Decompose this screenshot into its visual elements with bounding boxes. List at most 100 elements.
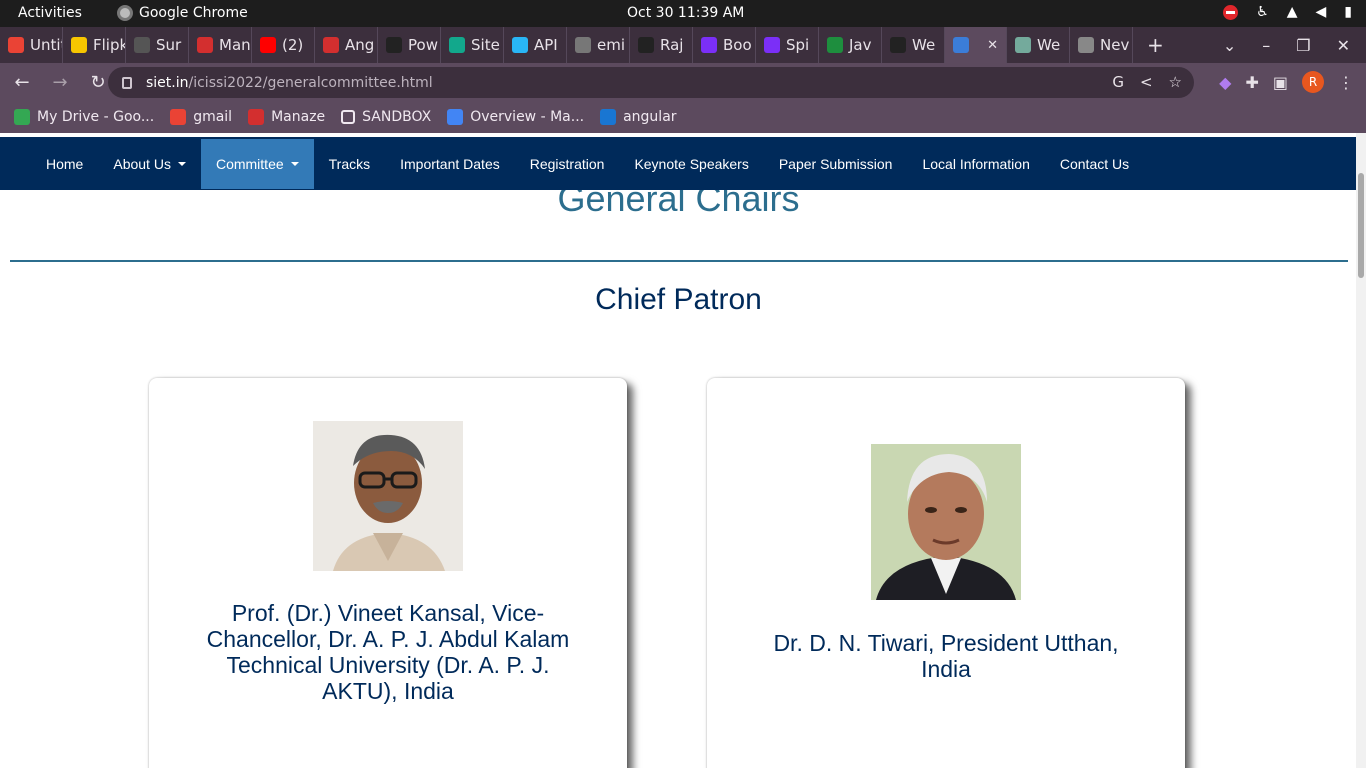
patron-card: Prof. (Dr.) Vineet Kansal, Vice-Chancell…	[149, 378, 627, 768]
minimize-icon[interactable]: –	[1262, 36, 1270, 55]
browser-tab[interactable]: Flipkart	[63, 27, 126, 63]
nav-item-label: Keynote Speakers	[634, 155, 749, 172]
browser-tab[interactable]: API	[504, 27, 567, 63]
caret-down-icon	[290, 161, 299, 166]
bookmark-label: My Drive - Goo...	[37, 109, 155, 125]
extension-icon[interactable]: ◆	[1219, 73, 1231, 92]
accessibility-icon: ♿	[1256, 4, 1269, 20]
drive-icon	[14, 109, 30, 125]
nav-item-committee[interactable]: Committee	[200, 138, 314, 189]
volume-icon: ◀	[1315, 4, 1327, 20]
nav-item-contact-us[interactable]: Contact Us	[1045, 139, 1144, 189]
browser-tab[interactable]: Manaze	[189, 27, 252, 63]
nav-item-tracks[interactable]: Tracks	[314, 139, 385, 189]
bookmark-item[interactable]: angular	[600, 109, 677, 125]
umbrella-icon	[197, 37, 213, 53]
nav-item-local-information[interactable]: Local Information	[907, 139, 1044, 189]
tab-search-icon[interactable]: ⌄	[1223, 36, 1236, 55]
chief-patron-heading: Chief Patron	[595, 283, 762, 316]
tab-label: Sur	[156, 36, 182, 54]
angular-icon	[638, 37, 654, 53]
bookmark-item[interactable]: My Drive - Goo...	[14, 109, 154, 125]
bookmark-star-icon[interactable]: ☆	[1169, 73, 1182, 91]
nav-item-about-us[interactable]: About Us	[98, 139, 201, 189]
tab-label: emi	[597, 36, 626, 54]
patron-name: Dr. D. N. Tiwari, President Utthan, Indi…	[773, 630, 1119, 682]
app-name-label: Google Chrome	[139, 5, 248, 21]
maximize-icon[interactable]: ❐	[1296, 36, 1310, 55]
bookmark-label: Overview - Ma...	[470, 109, 585, 125]
site-navbar: Home About Us Committee Tracks Important Dat…	[0, 137, 1357, 190]
tab-label: Site	[471, 36, 500, 54]
profile-avatar[interactable]: R	[1302, 71, 1324, 93]
browser-tab[interactable]: Spi	[756, 27, 819, 63]
scrollbar-thumb[interactable]	[1358, 173, 1364, 278]
tab-label: Flipkart	[93, 36, 125, 54]
google-lens-icon[interactable]: G	[1112, 73, 1124, 91]
w-icon	[827, 37, 843, 53]
bookmark-item[interactable]: Manaze	[248, 109, 325, 125]
forward-button[interactable]: →	[44, 72, 76, 93]
chrome-icon	[1078, 37, 1094, 53]
caret-down-icon	[177, 161, 186, 166]
new-tab-button[interactable]: +	[1133, 33, 1178, 57]
bookmark-item[interactable]: Overview - Ma...	[447, 109, 584, 125]
browser-tab[interactable]: Pow	[378, 27, 441, 63]
browser-tab[interactable]: ✕	[945, 27, 1007, 63]
close-tab-icon[interactable]: ✕	[987, 38, 998, 53]
nav-item-home[interactable]: Home	[31, 139, 98, 189]
window-controls: ⌄ – ❐ ✕	[1223, 36, 1366, 55]
patron-photo	[871, 444, 1021, 600]
bookmark-item[interactable]: SANDBOX	[341, 109, 431, 125]
browser-tab[interactable]: Boo	[693, 27, 756, 63]
app-menu[interactable]: Google Chrome	[117, 5, 248, 21]
browser-tab[interactable]: Site	[441, 27, 504, 63]
github-icon	[890, 37, 906, 53]
nav-item-label: Tracks	[328, 155, 371, 172]
share-icon[interactable]: <	[1140, 73, 1153, 91]
url-path: /icissi2022/generalcommittee.html	[188, 74, 433, 91]
patron-card: Dr. D. N. Tiwari, President Utthan, Indi…	[707, 378, 1185, 768]
lock-icon[interactable]	[122, 76, 132, 89]
browser-tab[interactable]: We	[882, 27, 945, 63]
gmail-icon	[8, 37, 24, 53]
nav-item-label: Paper Submission	[778, 155, 893, 172]
close-window-icon[interactable]: ✕	[1337, 36, 1350, 55]
angular-shield-icon	[600, 109, 617, 125]
browser-tab[interactable]: Untitled	[0, 27, 63, 63]
nav-item-label: Local Information	[922, 155, 1030, 172]
clock[interactable]: Oct 30 11:39 AM	[627, 5, 744, 21]
browser-tab[interactable]: Nev	[1070, 27, 1133, 63]
address-bar[interactable]: siet.in/icissi2022/generalcommittee.html…	[108, 67, 1194, 98]
browser-tab[interactable]: Raj	[630, 27, 693, 63]
page-scrollbar[interactable]	[1356, 133, 1366, 768]
puzzle-icon[interactable]: ✚	[1245, 73, 1258, 92]
tab-label: Untitled	[30, 36, 62, 54]
browser-tab[interactable]: Ang	[315, 27, 378, 63]
nav-item-important-dates[interactable]: Important Dates	[385, 139, 515, 189]
flipkart-icon	[71, 37, 87, 53]
system-tray[interactable]: ♿ ▲ ◀ ▮	[1223, 4, 1352, 20]
overview-icon	[447, 109, 464, 125]
bookmark-item[interactable]: gmail	[170, 109, 232, 125]
activities-button[interactable]: Activities	[18, 5, 82, 21]
browser-tab[interactable]: emi	[567, 27, 630, 63]
back-button[interactable]: ←	[6, 72, 38, 93]
nav-item-registration[interactable]: Registration	[515, 139, 620, 189]
snowflake-icon	[512, 37, 528, 53]
browser-tab[interactable]: (2)	[252, 27, 315, 63]
nav-item-keynote-speakers[interactable]: Keynote Speakers	[619, 139, 763, 189]
side-panel-icon[interactable]: ▣	[1273, 73, 1288, 92]
browser-tab[interactable]: We	[1007, 27, 1070, 63]
nav-item-paper-submission[interactable]: Paper Submission	[764, 139, 908, 189]
terminal-icon	[386, 37, 402, 53]
bootstrap-icon	[701, 37, 717, 53]
menu-kebab-icon[interactable]: ⋮	[1338, 73, 1354, 92]
browser-tab[interactable]: Jav	[819, 27, 882, 63]
folder-outline-icon	[341, 110, 356, 124]
bootstrap-icon	[764, 37, 780, 53]
tab-label: Manaze	[219, 36, 251, 54]
tab-label: Spi	[786, 36, 810, 54]
browser-tab[interactable]: Sur	[126, 27, 189, 63]
tab-label: Ang	[345, 36, 375, 54]
